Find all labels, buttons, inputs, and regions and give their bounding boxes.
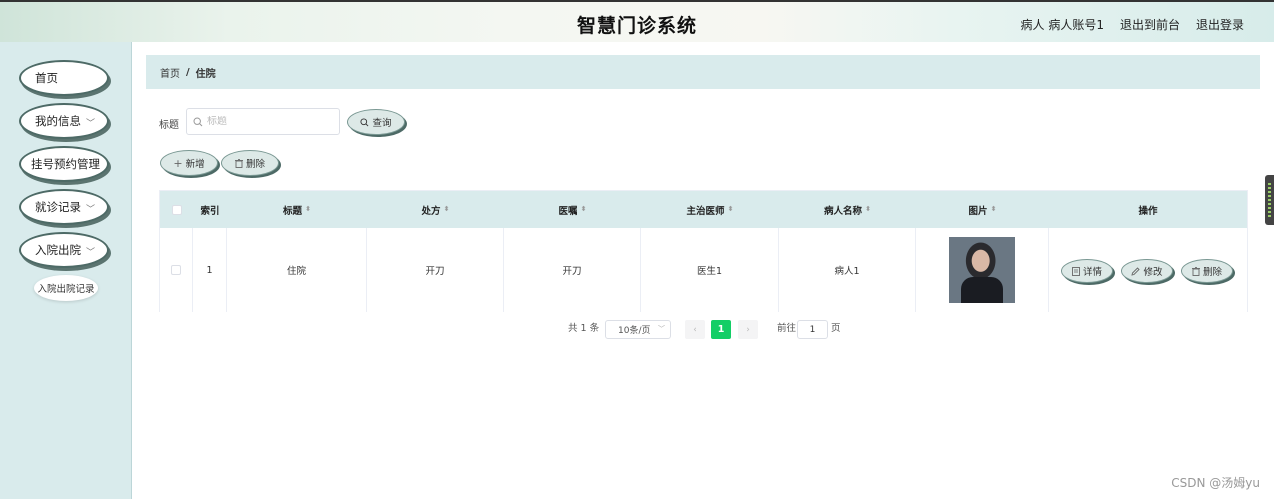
column-header-label: 索引 [200,205,220,217]
data-table: 索引 标题 ⬍ 处方 ⬍ 医嘱 ⬍ 主治医师 ⬍ 病人名称 ⬍ 图片 ⬍ 操作 [159,190,1248,312]
next-page-button[interactable]: › [738,320,758,339]
plus-icon: + [173,156,183,170]
sort-icon[interactable]: ⬍ [865,206,871,213]
trash-icon [234,158,243,168]
cell-title: 住院 [227,228,367,312]
delete-button-label: 删除 [1202,267,1222,278]
trash-icon [1191,266,1200,276]
detail-button[interactable]: 详情 [1061,259,1113,283]
column-header-label: 处方 [421,205,441,217]
pagination-total: 共 1 条 [568,323,600,334]
add-button[interactable]: + 新增 [160,150,218,176]
breadcrumb: 首页 / 住院 [146,55,1260,89]
sidebar-item-label: 挂号预约管理 [31,157,100,171]
cell-doctor: 医生1 [641,228,779,312]
batch-delete-label: 删除 [245,159,265,170]
prev-page-button[interactable]: ‹ [685,320,705,339]
query-button[interactable]: 查询 [347,109,405,135]
sidebar-item-visit-records[interactable]: 就诊记录 ﹀ [19,189,109,225]
select-all-checkbox[interactable] [171,204,182,215]
sidebar-item-my-info[interactable]: 我的信息 ﹀ [19,103,109,139]
search-field[interactable] [186,108,340,135]
cell-index: 1 [193,228,227,312]
column-header-label: 医嘱 [558,205,578,217]
chevron-down-icon: ﹀ [85,248,95,258]
watermark: CSDN @汤姆yu [1171,476,1260,490]
delete-button[interactable]: 删除 [1181,259,1233,283]
sidebar-item-label: 首页 [35,71,58,85]
floating-side-tab[interactable] [1265,175,1274,225]
cell-image [916,228,1049,312]
current-user-label: 病人 病人账号1 [1020,18,1104,32]
column-header-label: 主治医师 [686,205,725,217]
detail-button-label: 详情 [1082,267,1102,278]
column-header-doctor[interactable]: 主治医师 ⬍ [641,191,779,228]
column-header-patient[interactable]: 病人名称 ⬍ [779,191,916,228]
goto-suffix: 页 [831,323,841,334]
search-input[interactable] [207,116,327,127]
goto-page-input[interactable]: 1 [797,320,828,339]
page-size-value: 10条/页 [618,326,651,336]
table-row: 1 住院 开刀 开刀 医生1 病人1 详情 修改 删除 [160,228,1247,312]
row-select-cell [160,228,193,312]
breadcrumb-separator: / [186,66,190,78]
row-checkbox[interactable] [171,265,181,275]
sort-icon[interactable]: ⬍ [728,206,734,213]
sort-icon[interactable]: ⬍ [305,206,311,213]
cell-prescription: 开刀 [367,228,504,312]
document-icon [1072,266,1080,276]
column-header-actions: 操作 [1049,191,1247,228]
header-links: 病人 病人账号1 退出到前台 退出登录 [1021,16,1244,33]
logout-link[interactable]: 退出登录 [1196,16,1244,33]
sidebar-item-admission[interactable]: 入院出院 ﹀ [19,232,109,268]
column-header-label: 操作 [1138,205,1158,217]
sidebar-item-label: 入院出院 [35,243,81,257]
add-button-label: 新增 [185,159,205,170]
batch-delete-button[interactable]: 删除 [221,150,279,176]
column-header-index: 索引 [193,191,227,228]
pencil-icon [1131,266,1141,276]
column-header-label: 病人名称 [824,205,863,217]
current-page-button[interactable]: 1 [711,320,731,339]
search-icon [360,117,369,126]
sort-icon[interactable]: ⬍ [444,206,450,213]
breadcrumb-home[interactable]: 首页 [160,65,180,80]
chevron-left-icon: ‹ [693,324,697,335]
search-label: 标题 [159,120,179,131]
sidebar-item-home[interactable]: 首页 [19,60,109,96]
column-header-advice[interactable]: 医嘱 ⬍ [504,191,641,228]
column-header-prescription[interactable]: 处方 ⬍ [367,191,504,228]
sidebar-subitem-admission-records[interactable]: 入院出院记录 [34,275,98,301]
table-header: 索引 标题 ⬍ 处方 ⬍ 医嘱 ⬍ 主治医师 ⬍ 病人名称 ⬍ 图片 ⬍ 操作 [160,191,1247,228]
sidebar-item-label: 我的信息 [35,114,81,128]
cell-patient: 病人1 [779,228,916,312]
sort-icon[interactable]: ⬍ [991,206,997,213]
back-to-front-link[interactable]: 退出到前台 [1120,16,1180,33]
column-header-label: 图片 [968,205,988,217]
edit-button-label: 修改 [1143,267,1163,278]
breadcrumb-current: 住院 [195,68,216,80]
top-header: 智慧门诊系统 病人 病人账号1 退出到前台 退出登录 [0,0,1274,42]
chevron-right-icon: › [746,324,750,335]
chevron-down-icon: ﹀ [658,325,665,333]
patient-photo[interactable] [949,237,1015,303]
column-header-label: 标题 [283,205,303,217]
sidebar-item-registration[interactable]: 挂号预约管理 [19,146,109,182]
select-all-cell [160,191,193,228]
page-size-select[interactable]: 10条/页 ﹀ [605,320,671,339]
chevron-down-icon: ﹀ [85,205,95,215]
query-button-label: 查询 [372,118,392,129]
column-header-title[interactable]: 标题 ⬍ [227,191,367,228]
column-header-image[interactable]: 图片 ⬍ [916,191,1049,228]
goto-prefix: 前往 [777,323,797,334]
cell-actions: 详情 修改 删除 [1049,228,1247,312]
edit-button[interactable]: 修改 [1121,259,1173,283]
sidebar-item-label: 就诊记录 [35,200,81,214]
chevron-down-icon: ﹀ [85,119,95,129]
cell-advice: 开刀 [504,228,641,312]
search-icon [193,116,203,126]
sort-icon[interactable]: ⬍ [581,206,587,213]
